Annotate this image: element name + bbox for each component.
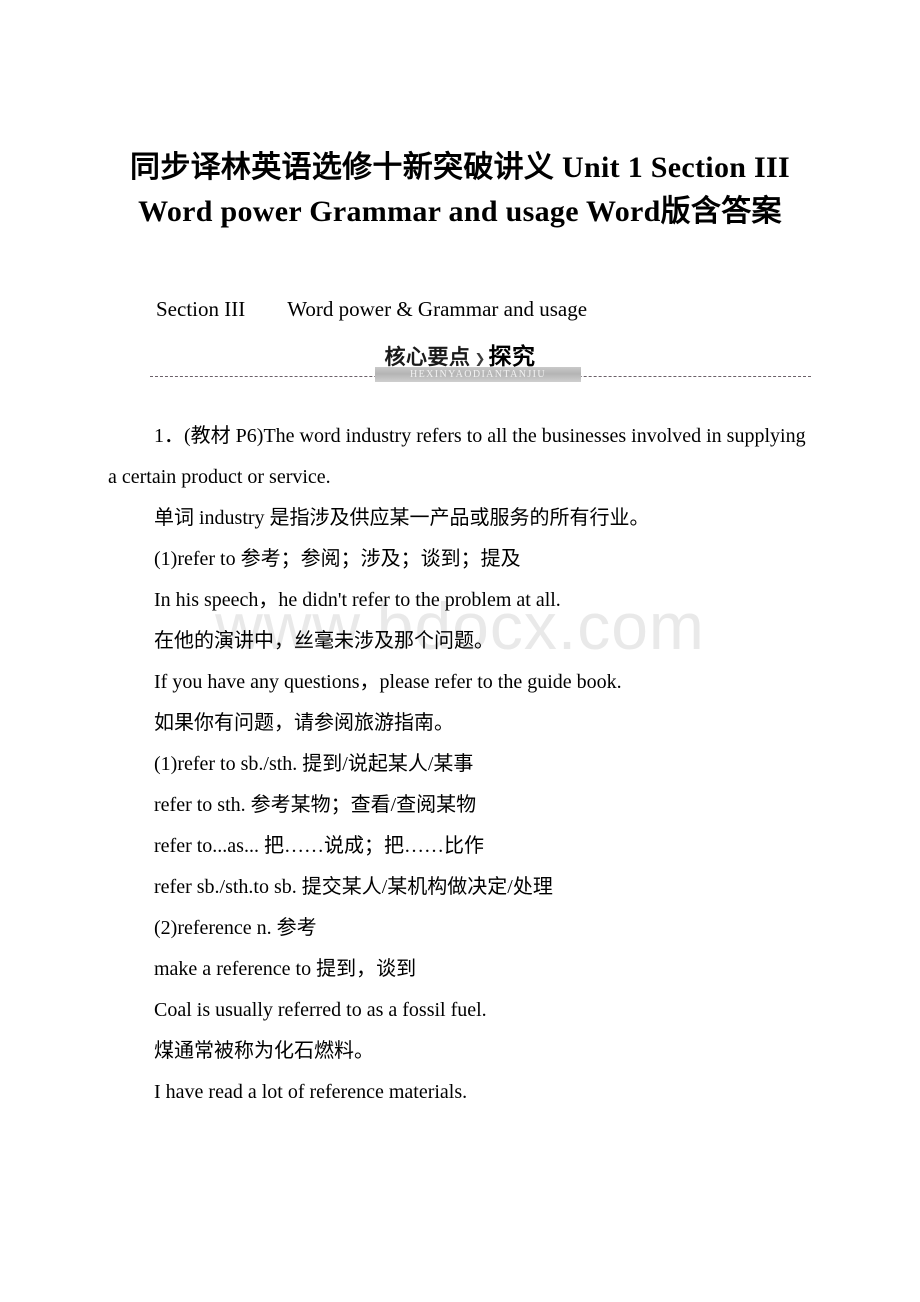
paragraph-6: If you have any questions，please refer t… bbox=[154, 671, 622, 693]
document-page: www.bdocx.com 同步译林英语选修十新突破讲义 Unit 1 Sect… bbox=[0, 0, 920, 1302]
paragraph-3: (1)refer to 参考；参阅；涉及；谈到；提及 bbox=[154, 548, 521, 570]
paragraph-14: Coal is usually referred to as a fossil … bbox=[154, 999, 487, 1021]
paragraph-15: 煤通常被称为化石燃料。 bbox=[154, 1040, 374, 1062]
paragraph-1: 1．(教材 P6)The word industry refers to all… bbox=[108, 425, 811, 488]
paragraph-9: refer to sth. 参考某物；查看/查阅某物 bbox=[154, 794, 477, 816]
paragraph-12: (2)reference n. 参考 bbox=[154, 917, 317, 939]
banner-label-right: 探究 bbox=[488, 344, 536, 370]
paragraph-16: I have read a lot of reference materials… bbox=[154, 1081, 468, 1103]
banner-title: 核心要点 ❯ 探究 bbox=[108, 342, 812, 376]
paragraph-7: 如果你有问题，请参阅旅游指南。 bbox=[154, 712, 454, 734]
core-points-banner: HEXINYAODIANTANJIU 核心要点 ❯ 探究 bbox=[108, 342, 812, 394]
body-copy: 1．(教材 P6)The word industry refers to all… bbox=[108, 416, 812, 1113]
paragraph-10: refer to...as... 把……说成；把……比作 bbox=[154, 835, 484, 857]
section-heading: Section III Word power & Grammar and usa… bbox=[156, 297, 588, 321]
paragraph-2: 单词 industry 是指涉及供应某一产品或服务的所有行业。 bbox=[154, 507, 650, 529]
page-title: 同步译林英语选修十新突破讲义 Unit 1 Section III Word p… bbox=[130, 151, 790, 228]
paragraph-11: refer sb./sth.to sb. 提交某人/某机构做决定/处理 bbox=[154, 876, 553, 898]
paragraph-4: In his speech，he didn't refer to the pro… bbox=[154, 589, 561, 611]
paragraph-8: (1)refer to sb./sth. 提到/说起某人/某事 bbox=[154, 753, 474, 775]
chevron-right-icon: ❯ bbox=[474, 352, 486, 367]
banner-label-left: 核心要点 bbox=[384, 345, 471, 369]
paragraph-13: make a reference to 提到，谈到 bbox=[154, 958, 417, 980]
paragraph-5: 在他的演讲中，丝毫未涉及那个问题。 bbox=[154, 630, 494, 652]
